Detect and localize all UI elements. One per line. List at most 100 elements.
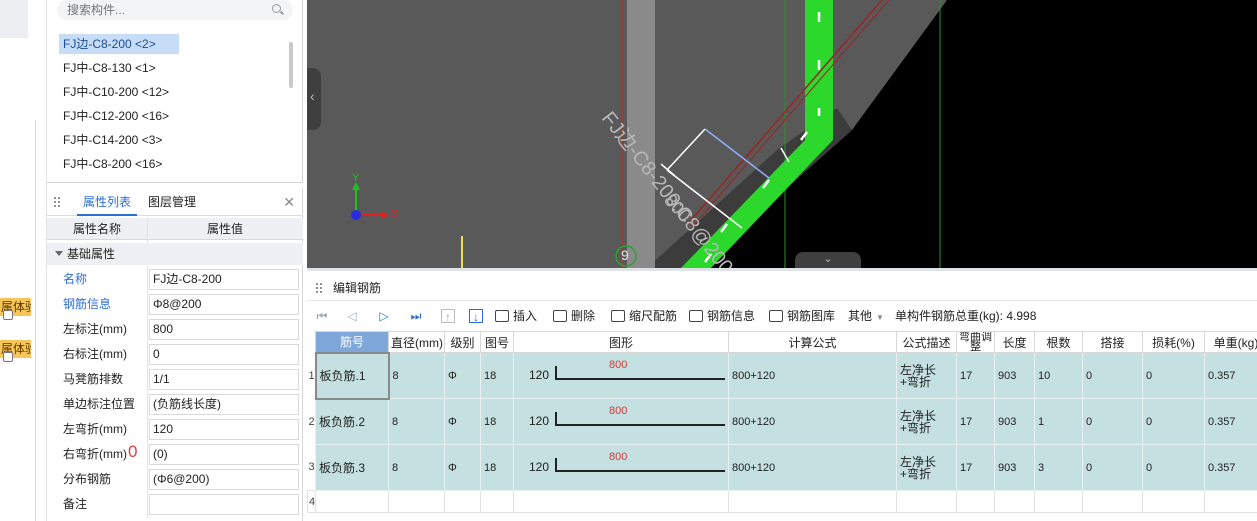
diameter-cell[interactable]: 8 bbox=[388, 444, 445, 491]
grade-cell[interactable]: Φ bbox=[444, 444, 481, 491]
close-icon[interactable]: ✕ bbox=[283, 194, 295, 211]
other-dropdown[interactable]: 其他 ▼ bbox=[848, 307, 884, 325]
property-value-field[interactable]: 120 bbox=[149, 419, 299, 440]
3d-viewport[interactable]: FJ边-C8-200:C8@200 800 9 Y X ⌄ bbox=[307, 0, 1257, 268]
scale-rebar-button[interactable]: 缩尺配筋 bbox=[611, 307, 677, 325]
unit-weight-cell[interactable]: 0.357 bbox=[1204, 444, 1257, 491]
column-header[interactable]: 单重(kg) bbox=[1204, 331, 1257, 353]
lap-cell[interactable]: 0 bbox=[1082, 444, 1143, 491]
grade-cell[interactable]: Φ bbox=[444, 352, 481, 399]
viewport-canvas[interactable] bbox=[307, 0, 1257, 268]
drag-grip-icon[interactable] bbox=[53, 196, 61, 208]
count-cell[interactable]: 1 bbox=[1034, 398, 1083, 445]
search-input[interactable] bbox=[67, 2, 257, 18]
bend-adjust-cell[interactable]: 17 bbox=[956, 444, 995, 491]
search-box[interactable] bbox=[57, 0, 293, 20]
table-row[interactable]: 2 板负筋.2 8 Φ 18 120 800 800+120 左净长+弯折 17… bbox=[307, 398, 1257, 445]
rebar-library-button[interactable]: 钢筋图库 bbox=[769, 307, 835, 325]
empty-cell[interactable] bbox=[994, 490, 1035, 513]
component-item[interactable]: FJ中-C10-200 <12> bbox=[59, 82, 173, 102]
tab-layer-management[interactable]: 图层管理 bbox=[144, 188, 200, 216]
loss-cell[interactable]: 0 bbox=[1142, 352, 1205, 399]
shape-cell[interactable]: 120 800 bbox=[513, 398, 729, 445]
column-header[interactable]: 搭接 bbox=[1082, 331, 1143, 353]
table-row-empty[interactable]: 4 bbox=[307, 490, 1257, 513]
grade-cell[interactable]: Φ bbox=[444, 398, 481, 445]
search-icon[interactable] bbox=[272, 4, 281, 13]
property-value-field[interactable] bbox=[149, 494, 299, 515]
column-header[interactable]: 筋号 bbox=[315, 331, 389, 353]
empty-cell[interactable] bbox=[1142, 490, 1205, 513]
loss-cell[interactable]: 0 bbox=[1142, 398, 1205, 445]
delete-button[interactable]: 删除 bbox=[553, 307, 595, 325]
empty-cell[interactable] bbox=[388, 490, 445, 513]
loss-cell[interactable]: 0 bbox=[1142, 444, 1205, 491]
first-record-icon[interactable]: ⏮ bbox=[315, 309, 329, 323]
formula-cell[interactable]: 800+120 bbox=[728, 352, 897, 399]
empty-cell[interactable] bbox=[513, 490, 729, 513]
empty-cell[interactable] bbox=[444, 490, 481, 513]
bend-adjust-cell[interactable]: 17 bbox=[956, 352, 995, 399]
column-header[interactable]: 公式描述 bbox=[896, 331, 957, 353]
column-header[interactable]: 损耗(%) bbox=[1142, 331, 1205, 353]
last-record-icon[interactable]: ⏭ bbox=[409, 309, 423, 323]
empty-cell[interactable] bbox=[480, 490, 514, 513]
unit-weight-cell[interactable]: 0.357 bbox=[1204, 352, 1257, 399]
component-item[interactable]: FJ中-C8-130 <1> bbox=[59, 58, 160, 78]
column-header[interactable]: 图号 bbox=[480, 331, 514, 353]
table-row[interactable]: 3 板负筋.3 8 Φ 18 120 800 800+120 左净长+弯折 17… bbox=[307, 444, 1257, 491]
column-header[interactable]: 长度 bbox=[994, 331, 1035, 353]
formula-desc-cell[interactable]: 左净长+弯折 bbox=[896, 444, 957, 491]
property-value-field[interactable]: 1/1 bbox=[149, 369, 299, 390]
rebar-info-button[interactable]: 钢筋信息 bbox=[689, 307, 755, 325]
length-cell[interactable]: 903 bbox=[994, 352, 1035, 399]
count-cell[interactable]: 10 bbox=[1034, 352, 1083, 399]
rebar-name-cell[interactable]: 板负筋.1 bbox=[314, 351, 390, 400]
lap-cell[interactable]: 0 bbox=[1082, 352, 1143, 399]
column-header[interactable]: 根数 bbox=[1034, 331, 1083, 353]
property-value-field[interactable]: (负筋线长度) bbox=[149, 394, 299, 415]
formula-cell[interactable]: 800+120 bbox=[728, 444, 897, 491]
empty-cell[interactable] bbox=[1204, 490, 1257, 513]
component-list-scrollbar[interactable] bbox=[289, 42, 293, 88]
property-value-field[interactable]: 0 bbox=[149, 344, 299, 365]
formula-desc-cell[interactable]: 左净长+弯折 bbox=[896, 398, 957, 445]
figure-no-cell[interactable]: 18 bbox=[480, 352, 514, 399]
formula-cell[interactable]: 800+120 bbox=[728, 398, 897, 445]
column-header[interactable]: 图形 bbox=[513, 331, 729, 353]
column-header[interactable]: 级别 bbox=[444, 331, 481, 353]
collapse-triangle-icon[interactable] bbox=[55, 251, 63, 256]
insert-button[interactable]: 插入 bbox=[495, 307, 537, 325]
empty-cell[interactable] bbox=[315, 490, 389, 513]
empty-cell[interactable] bbox=[1082, 490, 1143, 513]
diameter-cell[interactable]: 8 bbox=[388, 398, 445, 445]
shape-cell[interactable]: 120 800 bbox=[513, 444, 729, 491]
empty-cell[interactable] bbox=[1034, 490, 1083, 513]
column-header[interactable]: 弯曲调整 bbox=[956, 331, 995, 353]
collapse-left-button[interactable] bbox=[307, 68, 321, 130]
table-row[interactable]: 1 板负筋.1 8 Φ 18 120 800 800+120 左净长+弯折 17… bbox=[307, 351, 1257, 400]
property-group-basic[interactable]: 基础属性 bbox=[47, 243, 303, 265]
column-header[interactable]: 直径(mm) bbox=[388, 331, 445, 353]
drag-grip-icon[interactable] bbox=[315, 282, 323, 294]
property-value-field[interactable]: FJ边-C8-200 bbox=[149, 269, 299, 290]
move-up-icon[interactable]: ↑ bbox=[441, 309, 455, 324]
rebar-name-cell[interactable]: 板负筋.3 bbox=[315, 444, 389, 491]
tab-property-list[interactable]: 属性列表 bbox=[77, 188, 137, 216]
figure-no-cell[interactable]: 18 bbox=[480, 398, 514, 445]
plus-box-icon[interactable] bbox=[3, 310, 13, 320]
count-cell[interactable]: 3 bbox=[1034, 444, 1083, 491]
unit-weight-cell[interactable]: 0.357 bbox=[1204, 398, 1257, 445]
empty-cell[interactable] bbox=[896, 490, 957, 513]
plus-box-icon[interactable] bbox=[3, 352, 13, 362]
shape-cell[interactable]: 120 800 bbox=[513, 352, 729, 399]
diameter-cell[interactable]: 8 bbox=[388, 352, 445, 399]
empty-cell[interactable] bbox=[956, 490, 995, 513]
collapse-down-button[interactable]: ⌄ bbox=[795, 252, 861, 268]
empty-cell[interactable] bbox=[728, 490, 897, 513]
rebar-name-cell[interactable]: 板负筋.2 bbox=[315, 398, 389, 445]
property-value-field[interactable]: (0) bbox=[149, 444, 299, 465]
prev-record-icon[interactable]: ◁ bbox=[345, 309, 359, 323]
component-item[interactable]: FJ边-C8-200 <2> bbox=[59, 34, 179, 54]
length-cell[interactable]: 903 bbox=[994, 398, 1035, 445]
